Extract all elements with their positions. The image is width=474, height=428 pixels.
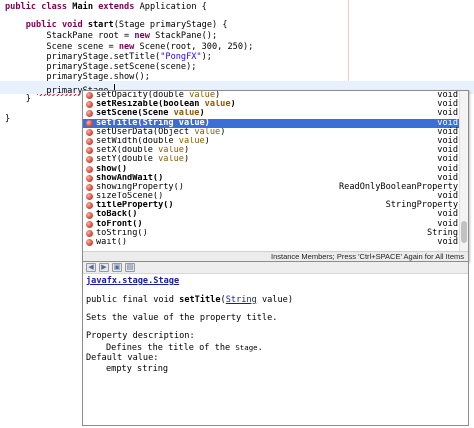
goto-source-icon[interactable]: ▤ <box>125 263 135 272</box>
completion-item[interactable]: setOpacity(double value) void <box>83 91 461 100</box>
code-line-13: } <box>5 114 11 124</box>
completion-signature: setY(double value) <box>96 155 190 165</box>
open-in-browser-icon[interactable]: ▣ <box>112 263 122 272</box>
method-icon <box>86 220 93 228</box>
completion-signature: setUserData(Object value) <box>96 127 226 137</box>
javadoc-description: Sets the value of the property title. <box>86 313 278 323</box>
method-icon <box>86 92 93 100</box>
completion-item[interactable]: showingProperty() ReadOnlyBooleanProperty <box>83 182 461 192</box>
keyword-class: class <box>41 2 68 12</box>
superclass: Application { <box>139 2 207 12</box>
completion-signature: toFront() <box>96 219 143 229</box>
completion-signature: toBack() <box>96 210 138 220</box>
javadoc-type-link[interactable]: String <box>226 295 257 305</box>
completion-item[interactable]: toFront() void <box>83 219 461 229</box>
default-value-label: Default value: <box>86 353 159 363</box>
javadoc-popup[interactable]: ◀ ▶ ▣ ▤ javafx.stage.Stage public final … <box>82 261 469 426</box>
javadoc-content: javafx.stage.Stage public final void set… <box>86 276 466 375</box>
method-icon <box>86 156 93 164</box>
method-icon <box>86 128 93 136</box>
method-icon <box>86 202 93 210</box>
property-description-label: Property description: <box>86 331 195 341</box>
code-line-11: } <box>5 94 31 104</box>
code-line-3: public void start(Stage primaryStage) { <box>5 20 228 31</box>
completion-item[interactable]: setY(double value) void <box>83 155 461 164</box>
completion-list[interactable]: setOpacity(double value) void setResizable… <box>83 91 461 251</box>
javadoc-signature: public final void setTitle(String value) <box>86 295 293 305</box>
completion-item[interactable]: setWidth(double value) void <box>83 136 461 146</box>
method-icon <box>86 239 93 247</box>
completion-item-selected[interactable]: setTitle(String value) void <box>83 118 461 128</box>
method-icon <box>86 119 93 127</box>
completion-signature: setTitle(String value) <box>96 118 210 128</box>
default-value-text: empty string <box>106 364 169 374</box>
completion-signature: setWidth(double value) <box>96 136 210 146</box>
keyword-extends: extends <box>98 2 135 12</box>
javadoc-toolbar: ◀ ▶ ▣ ▤ <box>83 262 468 274</box>
method-icon <box>86 229 93 237</box>
completion-signature: setX(double value) <box>96 146 190 156</box>
completion-item[interactable]: setX(double value) void <box>83 145 461 156</box>
completion-return-type: void <box>437 237 458 247</box>
completion-item[interactable]: wait() void <box>83 237 461 247</box>
completion-item[interactable]: toBack() void <box>83 210 461 219</box>
scrollbar-thumb[interactable] <box>461 221 467 243</box>
property-description-text: Defines the title of the Stage. <box>106 343 263 353</box>
completion-item[interactable]: titleProperty() StringProperty <box>83 201 461 210</box>
keyword-public: public <box>5 2 37 12</box>
completion-signature: showingProperty() <box>96 182 184 192</box>
method-icon <box>86 183 93 191</box>
keyword-public: public <box>25 20 57 30</box>
completion-signature: setScene(Scene value) <box>96 109 205 119</box>
completion-signature: setOpacity(double value) <box>96 91 221 100</box>
method-icon <box>86 174 93 182</box>
completion-item[interactable]: setScene(Scene value) void <box>83 109 461 118</box>
back-arrow-icon[interactable]: ◀ <box>86 263 96 272</box>
method-icon <box>86 211 93 219</box>
method-name: start <box>87 20 114 30</box>
completion-item[interactable]: toString() String <box>83 228 461 238</box>
method-icon <box>86 165 93 173</box>
completion-signature: wait() <box>96 238 128 247</box>
class-name: Main <box>72 2 93 12</box>
method-icon <box>86 101 93 109</box>
string-literal: "PongFX" <box>160 52 202 62</box>
method-icon <box>86 138 93 146</box>
code-line-1: public class Main extends Application { <box>5 2 207 13</box>
method-icon <box>86 110 93 118</box>
method-params: (Stage primaryStage) { <box>113 20 228 30</box>
code-line-8: primaryStage.show(); <box>5 72 150 82</box>
completion-scrollbar[interactable] <box>459 91 468 251</box>
completion-item[interactable]: show() void <box>83 164 461 174</box>
forward-arrow-icon[interactable]: ▶ <box>99 263 109 272</box>
code-line-4: StackPane root = new StackPane(); <box>5 31 218 41</box>
completion-signature: titleProperty() <box>96 201 174 211</box>
method-icon <box>86 147 93 155</box>
method-icon <box>86 193 93 201</box>
completion-signature: setResizable(boolean value) <box>96 100 236 110</box>
completion-signature: show() <box>96 164 128 174</box>
keyword-void: void <box>61 20 83 30</box>
completion-item[interactable]: setUserData(Object value) void <box>83 127 461 137</box>
completion-signature: toString() <box>96 228 148 238</box>
completion-item[interactable]: setResizable(boolean value) void <box>83 99 461 110</box>
code-completion-popup[interactable]: setOpacity(double value) void setResizable… <box>82 90 469 262</box>
javadoc-class-link[interactable]: javafx.stage.Stage <box>86 276 466 287</box>
